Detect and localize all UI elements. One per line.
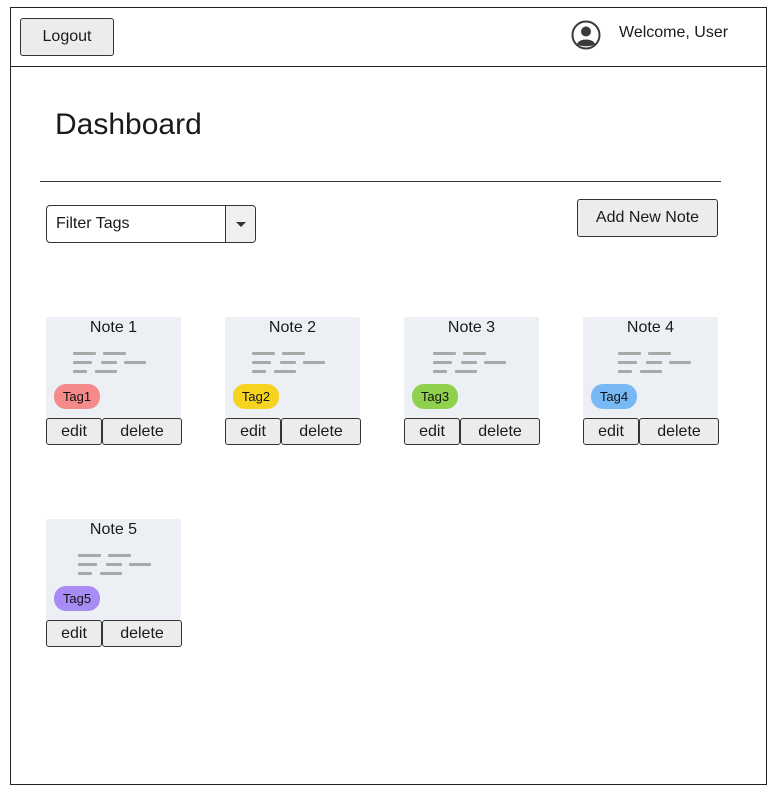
text-placeholder-line — [78, 563, 97, 566]
text-placeholder-line — [669, 361, 691, 364]
text-placeholder-line — [73, 352, 96, 355]
tag-badge[interactable]: Tag3 — [412, 384, 458, 409]
text-placeholder-line — [484, 361, 506, 364]
tag-badge[interactable]: Tag1 — [54, 384, 100, 409]
text-placeholder-line — [108, 554, 131, 557]
text-placeholder-line — [78, 572, 92, 575]
app-window: Logout Welcome, User Dashboard Filter Ta… — [10, 7, 767, 785]
text-placeholder-line — [618, 361, 637, 364]
text-placeholder-line — [648, 352, 671, 355]
text-placeholder-line — [461, 361, 477, 364]
welcome-text: Welcome, User — [619, 24, 729, 41]
note-card[interactable]: Note 5 Tag5 edit delete — [46, 519, 182, 648]
text-placeholder-line — [106, 563, 122, 566]
text-placeholder-line — [78, 554, 101, 557]
divider — [40, 181, 721, 182]
text-placeholder-line — [129, 563, 151, 566]
tag-badge[interactable]: Tag5 — [54, 586, 100, 611]
text-placeholder-line — [103, 352, 126, 355]
text-placeholder-line — [95, 370, 117, 373]
tag-badge[interactable]: Tag2 — [233, 384, 279, 409]
text-placeholder-line — [252, 370, 266, 373]
text-placeholder-line — [646, 361, 662, 364]
text-placeholder-line — [303, 361, 325, 364]
edit-note-button[interactable]: edit — [46, 620, 102, 647]
text-placeholder-line — [433, 352, 456, 355]
text-placeholder-line — [101, 361, 117, 364]
delete-note-button[interactable]: delete — [460, 418, 540, 445]
edit-note-button[interactable]: edit — [404, 418, 460, 445]
text-placeholder-line — [455, 370, 477, 373]
text-placeholder-line — [100, 572, 122, 575]
text-placeholder-line — [274, 370, 296, 373]
dropdown-toggle[interactable] — [225, 206, 255, 242]
delete-note-button[interactable]: delete — [281, 418, 361, 445]
text-placeholder-line — [618, 370, 632, 373]
text-placeholder-line — [252, 352, 275, 355]
delete-note-button[interactable]: delete — [102, 418, 182, 445]
note-card-body: Note 4 Tag4 — [583, 317, 718, 421]
note-title: Note 5 — [89, 521, 138, 538]
note-card[interactable]: Note 4 Tag4 edit delete — [583, 317, 719, 446]
text-placeholder-line — [124, 361, 146, 364]
filter-tags-dropdown[interactable]: Filter Tags — [46, 205, 256, 243]
user-avatar-icon[interactable] — [571, 20, 601, 50]
text-placeholder-line — [252, 361, 271, 364]
note-title: Note 4 — [626, 319, 675, 336]
text-placeholder-line — [433, 370, 447, 373]
note-title: Note 1 — [89, 319, 138, 336]
note-card-body: Note 2 Tag2 — [225, 317, 360, 421]
text-placeholder-line — [280, 361, 296, 364]
text-placeholder-line — [73, 361, 92, 364]
note-card[interactable]: Note 3 Tag3 edit delete — [404, 317, 540, 446]
note-title: Note 2 — [268, 319, 317, 336]
note-card-body: Note 3 Tag3 — [404, 317, 539, 421]
text-placeholder-line — [73, 370, 87, 373]
delete-note-button[interactable]: delete — [639, 418, 719, 445]
note-card-body: Note 1 Tag1 — [46, 317, 181, 421]
note-card[interactable]: Note 1 Tag1 edit delete — [46, 317, 182, 446]
note-card-body: Note 5 Tag5 — [46, 519, 181, 623]
edit-note-button[interactable]: edit — [225, 418, 281, 445]
page-title: Dashboard — [55, 108, 202, 141]
filter-tags-value: Filter Tags — [56, 215, 130, 232]
text-placeholder-line — [463, 352, 486, 355]
delete-note-button[interactable]: delete — [102, 620, 182, 647]
top-bar: Logout Welcome, User — [11, 8, 766, 67]
text-placeholder-line — [433, 361, 452, 364]
note-card[interactable]: Note 2 Tag2 edit delete — [225, 317, 361, 446]
logout-button[interactable]: Logout — [20, 18, 114, 56]
caret-down-icon — [235, 221, 246, 227]
text-placeholder-line — [282, 352, 305, 355]
edit-note-button[interactable]: edit — [46, 418, 102, 445]
note-title: Note 3 — [447, 319, 496, 336]
text-placeholder-line — [618, 352, 641, 355]
text-placeholder-line — [640, 370, 662, 373]
edit-note-button[interactable]: edit — [583, 418, 639, 445]
add-new-note-button[interactable]: Add New Note — [577, 199, 718, 237]
tag-badge[interactable]: Tag4 — [591, 384, 637, 409]
